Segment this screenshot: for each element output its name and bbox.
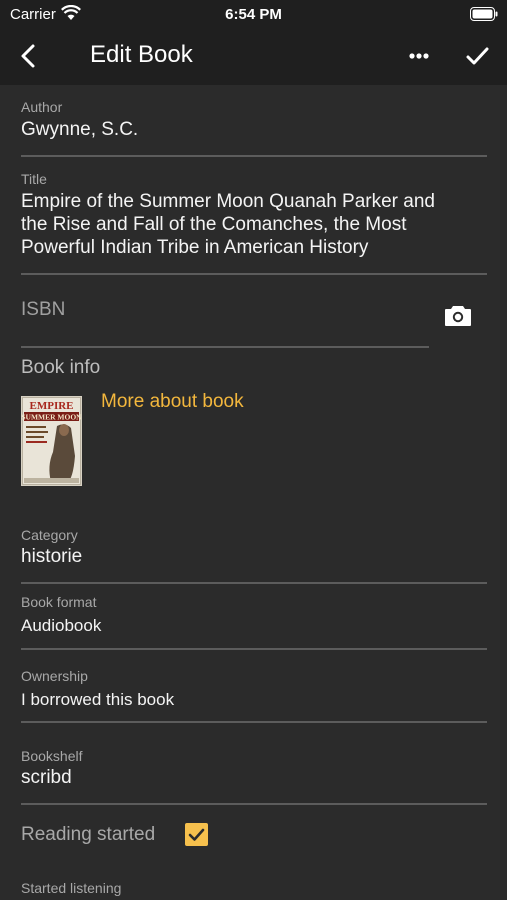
book-format-select[interactable]: Audiobook	[21, 616, 487, 636]
camera-icon	[445, 306, 471, 326]
app-bar: Edit Book	[0, 28, 507, 85]
bookshelf-underline	[21, 803, 487, 805]
checkmark-icon	[466, 47, 489, 65]
started-listening-label: Started listening	[21, 880, 122, 896]
reading-started-checkbox[interactable]	[185, 823, 208, 846]
book-cover-image[interactable]: EMPIRE SUMMER MOON	[21, 396, 82, 486]
bookshelf-input[interactable]: scribd	[21, 767, 487, 789]
title-label: Title	[21, 171, 47, 187]
title-field[interactable]: Title Empire of the Summer Moon Quanah P…	[21, 171, 487, 259]
author-field[interactable]: Author Gwynne, S.C.	[21, 99, 487, 141]
ownership-underline	[21, 721, 487, 723]
title-line-1[interactable]: Empire of the Summer Moon Quanah Parker …	[21, 190, 487, 213]
chevron-left-icon	[21, 44, 35, 68]
title-line-2[interactable]: the Rise and Fall of the Comanches, the …	[21, 213, 487, 236]
author-input[interactable]: Gwynne, S.C.	[21, 119, 487, 141]
title-underline	[21, 273, 487, 275]
ownership-label: Ownership	[21, 668, 88, 684]
checkmark-icon	[188, 828, 205, 841]
book-format-label: Book format	[21, 594, 97, 610]
more-about-book-link[interactable]: More about book	[101, 391, 244, 413]
save-button[interactable]	[462, 41, 492, 71]
reading-started-label: Reading started	[21, 824, 156, 845]
isbn-input[interactable]: ISBN	[21, 299, 65, 321]
cover-title-line-1: EMPIRE	[30, 400, 74, 412]
book-format-field[interactable]: Book format Audiobook	[21, 594, 487, 636]
title-line-3[interactable]: Powerful Indian Tribe in American Histor…	[21, 236, 487, 259]
category-input[interactable]: historie	[21, 546, 487, 568]
category-underline	[21, 582, 487, 584]
book-info-heading: Book info	[21, 357, 101, 378]
edit-book-form: Author Gwynne, S.C. Title Empire of the …	[0, 85, 507, 900]
back-button[interactable]	[14, 42, 42, 70]
bookshelf-field[interactable]: Bookshelf scribd	[21, 748, 487, 789]
scan-isbn-button[interactable]	[444, 303, 472, 327]
ownership-select[interactable]: I borrowed this book	[21, 690, 487, 710]
more-options-button[interactable]	[404, 42, 434, 70]
book-format-underline	[21, 648, 487, 650]
page-title: Edit Book	[90, 41, 193, 68]
status-bar: Carrier 6:54 PM	[0, 0, 507, 28]
cover-title-line-2: SUMMER MOON	[21, 413, 82, 422]
isbn-underline	[21, 346, 429, 348]
battery-icon	[470, 7, 498, 21]
category-field[interactable]: Category historie	[21, 527, 487, 568]
author-underline	[21, 155, 487, 157]
ownership-field[interactable]: Ownership I borrowed this book	[21, 668, 487, 710]
bookshelf-label: Bookshelf	[21, 748, 83, 764]
clock: 6:54 PM	[225, 6, 282, 23]
category-label: Category	[21, 527, 78, 543]
author-label: Author	[21, 99, 63, 115]
started-listening-field[interactable]: Started listening	[21, 880, 487, 896]
more-horizontal-icon	[409, 53, 429, 59]
